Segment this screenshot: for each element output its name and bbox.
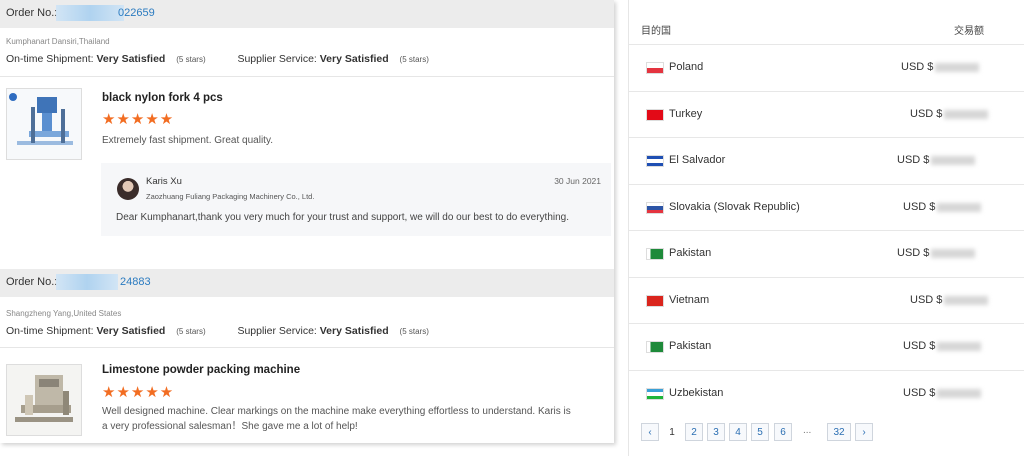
review-text-line: Well designed machine. Clear markings on… [102,406,571,417]
page-6[interactable]: 6 [774,423,792,441]
amount: USD $ [910,294,989,306]
supplier-service-stars: (5 stars) [399,55,429,64]
order-number-mask [56,274,118,290]
supplier-reply: Karis Xu Zaozhuang Fuliang Packaging Mac… [101,163,611,236]
order-header: Order No.: 24883 [0,269,614,297]
ontime-shipment-value: Very Satisfied [96,325,166,337]
reviews-panel: Order No.: 022659 Kumphanart Dansiri,Tha… [0,0,614,443]
amount: USD $ [910,108,989,120]
page-1[interactable]: 1 [663,423,681,441]
supplier-service-value: Very Satisfied [319,325,389,337]
country-name: Slovakia (Slovak Republic) [669,201,800,213]
ratings-row: On-time Shipment: Very Satisfied (5 star… [6,325,429,337]
page-32[interactable]: 32 [827,423,851,441]
amount: USD $ [897,154,976,166]
table-row: Turkey USD $ [629,91,1024,138]
pagination-ellipsis: ... [803,425,812,436]
country-name: Turkey [669,108,703,120]
country-name: Vietnam [669,294,710,306]
supplier-service-label: Supplier Service: [237,325,317,337]
country-name: Poland [669,61,704,73]
reply-date: 30 Jun 2021 [554,176,601,186]
product-thumbnail[interactable] [6,364,82,436]
amount: USD $ [897,247,976,259]
table-row: Poland USD $ [629,44,1024,91]
amount-column-header: 交易额 [954,26,984,37]
page-5[interactable]: 5 [751,423,769,441]
review-text: Well designed machine. Clear markings on… [102,404,592,434]
country-name: El Salvador [669,154,726,166]
supplier-service-label: Supplier Service: [237,53,317,65]
ontime-shipment-label: On-time Shipment: [6,325,94,337]
divider [0,347,614,348]
prev-page-button[interactable]: ‹ [641,423,659,441]
page-3[interactable]: 3 [707,423,725,441]
table-row: Uzbekistan USD $ [629,370,1024,417]
order-number-link[interactable]: 24883 [120,276,151,288]
ontime-shipment-value: Very Satisfied [96,53,166,65]
table-row: Pakistan USD $ [629,230,1024,277]
buyer-location: Kumphanart Dansiri,Thailand [6,37,110,46]
turkey-flag-icon [646,109,664,121]
page-4[interactable]: 4 [729,423,747,441]
ratings-row: On-time Shipment: Very Satisfied (5 star… [6,53,429,65]
ontime-shipment-stars: (5 stars) [176,55,206,64]
rating-stars: ★★★★★ [102,111,175,128]
transactions-panel: 目的国 交易额 Poland USD $ Turkey USD $ El Sal… [628,0,1024,456]
pakistan-flag-icon [646,341,664,353]
rating-stars: ★★★★★ [102,384,175,401]
el-salvador-flag-icon [646,155,664,167]
reply-company: Zaozhuang Fuliang Packaging Machinery Co… [146,192,315,201]
table-row: El Salvador USD $ [629,137,1024,184]
country-name: Pakistan [669,340,712,352]
order-number-link[interactable]: 022659 [118,7,155,19]
reply-text: Dear Kumphanart,thank you very much for … [116,212,570,223]
ontime-shipment-stars: (5 stars) [176,327,206,336]
ontime-shipment-label: On-time Shipment: [6,53,94,65]
order-number-mask [56,5,124,21]
packing-machine-image [7,365,81,435]
order-number-label: Order No.: [6,276,58,288]
pakistan-flag-icon [646,248,664,260]
amount: USD $ [901,61,980,73]
uzbekistan-flag-icon [646,388,664,400]
avatar [117,178,139,200]
slovakia-flag-icon [646,202,664,214]
buyer-location: Shangzheng Yang,United States [6,309,122,318]
divider [0,76,614,77]
table-row: Pakistan USD $ [629,323,1024,370]
review-text: Extremely fast shipment. Great quality. [102,135,273,146]
country-name: Pakistan [669,247,712,259]
product-thumbnail[interactable] [6,88,82,160]
amount: USD $ [903,201,982,213]
poland-flag-icon [646,62,664,74]
table-row: Slovakia (Slovak Republic) USD $ [629,184,1024,231]
country-name: Uzbekistan [669,387,724,399]
product-title[interactable]: black nylon fork 4 pcs [102,92,223,104]
review-text-line: a very professional salesman！She gave me… [102,421,358,432]
order-number-label: Order No.: [6,7,58,19]
next-page-button[interactable]: › [855,423,873,441]
reply-author-name: Karis Xu [146,176,182,187]
page-2[interactable]: 2 [685,423,703,441]
country-column-header: 目的国 [641,26,671,37]
amount: USD $ [903,340,982,352]
supplier-service-value: Very Satisfied [319,53,389,65]
amount: USD $ [903,387,982,399]
vietnam-flag-icon [646,295,664,307]
table-row: Vietnam USD $ [629,277,1024,324]
supplier-service-stars: (5 stars) [399,327,429,336]
packing-machine-image [7,89,81,159]
order-header: Order No.: 022659 [0,0,614,28]
product-title[interactable]: Limestone powder packing machine [102,364,300,376]
